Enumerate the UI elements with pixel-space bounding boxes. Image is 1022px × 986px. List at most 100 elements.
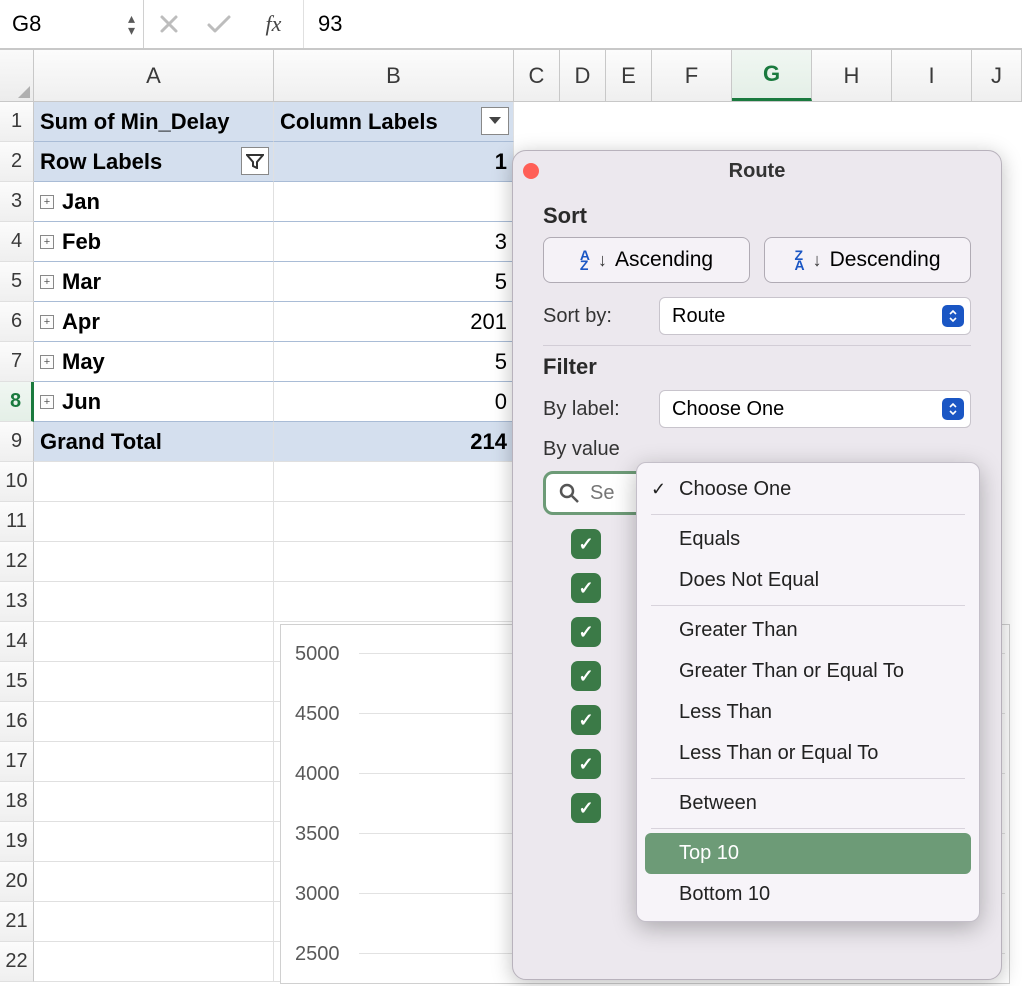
- row-header[interactable]: 3: [0, 182, 34, 222]
- empty-cell[interactable]: [34, 702, 274, 742]
- pivot-row[interactable]: +Mar: [34, 262, 274, 302]
- row-header[interactable]: 22: [0, 942, 34, 982]
- row-header[interactable]: 2: [0, 142, 34, 182]
- checkbox-checked[interactable]: ✓: [571, 617, 601, 647]
- col-header-i[interactable]: I: [892, 50, 972, 101]
- pivot-cell[interactable]: 5: [274, 262, 514, 302]
- checkbox-checked[interactable]: ✓: [571, 529, 601, 559]
- empty-cell[interactable]: [34, 582, 274, 622]
- empty-cell[interactable]: [34, 502, 274, 542]
- expand-icon[interactable]: +: [40, 355, 54, 369]
- expand-icon[interactable]: +: [40, 195, 54, 209]
- row-header[interactable]: 19: [0, 822, 34, 862]
- row-header[interactable]: 12: [0, 542, 34, 582]
- formula-value[interactable]: 93: [304, 11, 1022, 37]
- empty-cell[interactable]: [274, 582, 514, 622]
- empty-cell[interactable]: [34, 942, 274, 982]
- cancel-formula-button[interactable]: [144, 0, 194, 48]
- row-header[interactable]: 9: [0, 422, 34, 462]
- empty-cell[interactable]: [34, 622, 274, 662]
- name-box-stepper[interactable]: ▴▾: [128, 13, 135, 35]
- pivot-row[interactable]: +Jan: [34, 182, 274, 222]
- pivot-cell[interactable]: 3: [274, 222, 514, 262]
- empty-cell[interactable]: [34, 822, 274, 862]
- empty-cell[interactable]: [274, 542, 514, 582]
- dropdown-item-gte[interactable]: Greater Than or Equal To: [637, 651, 979, 692]
- pivot-column-labels[interactable]: Column Labels: [274, 102, 514, 142]
- dropdown-item-greater-than[interactable]: Greater Than: [637, 610, 979, 651]
- row-header[interactable]: 14: [0, 622, 34, 662]
- name-box[interactable]: G8 ▴▾: [0, 0, 144, 48]
- row-filter-button[interactable]: [241, 147, 269, 175]
- dropdown-item-top10[interactable]: Top 10: [645, 833, 971, 874]
- row-header[interactable]: 15: [0, 662, 34, 702]
- dropdown-item-lte[interactable]: Less Than or Equal To: [637, 733, 979, 774]
- empty-cell[interactable]: [34, 782, 274, 822]
- pivot-row[interactable]: +Feb: [34, 222, 274, 262]
- pivot-row[interactable]: +Jun: [34, 382, 274, 422]
- col-header-b[interactable]: B: [274, 50, 514, 101]
- empty-cell[interactable]: [34, 462, 274, 502]
- pivot-row[interactable]: +May: [34, 342, 274, 382]
- row-header[interactable]: 21: [0, 902, 34, 942]
- checkbox-checked[interactable]: ✓: [571, 573, 601, 603]
- dropdown-item-less-than[interactable]: Less Than: [637, 692, 979, 733]
- checkbox-checked[interactable]: ✓: [571, 749, 601, 779]
- checkbox-checked[interactable]: ✓: [571, 705, 601, 735]
- empty-cell[interactable]: [34, 742, 274, 782]
- row-header[interactable]: 20: [0, 862, 34, 902]
- empty-cell[interactable]: [274, 462, 514, 502]
- empty-cell[interactable]: [34, 542, 274, 582]
- col-header-g[interactable]: G: [732, 50, 812, 101]
- expand-icon[interactable]: +: [40, 315, 54, 329]
- empty-cell[interactable]: [274, 502, 514, 542]
- sort-ascending-button[interactable]: AZ ↓ Ascending: [543, 237, 750, 283]
- row-header[interactable]: 1: [0, 102, 34, 142]
- row-header[interactable]: 10: [0, 462, 34, 502]
- row-header[interactable]: 7: [0, 342, 34, 382]
- accept-formula-button[interactable]: [194, 0, 244, 48]
- row-header[interactable]: 17: [0, 742, 34, 782]
- pivot-row-labels[interactable]: Row Labels: [34, 142, 274, 182]
- row-header[interactable]: 6: [0, 302, 34, 342]
- select-all-corner[interactable]: [0, 50, 34, 101]
- row-header[interactable]: 11: [0, 502, 34, 542]
- dropdown-item-choose-one[interactable]: Choose One: [637, 469, 979, 510]
- dropdown-item-between[interactable]: Between: [637, 783, 979, 824]
- fx-label[interactable]: fx: [244, 0, 304, 48]
- expand-icon[interactable]: +: [40, 275, 54, 289]
- dropdown-item-does-not-equal[interactable]: Does Not Equal: [637, 560, 979, 601]
- col-header-e[interactable]: E: [606, 50, 652, 101]
- sort-by-select[interactable]: Route: [659, 297, 971, 335]
- expand-icon[interactable]: +: [40, 395, 54, 409]
- row-header[interactable]: 8: [0, 382, 34, 422]
- pivot-grand-total-label[interactable]: Grand Total: [34, 422, 274, 462]
- row-header[interactable]: 13: [0, 582, 34, 622]
- pivot-value-field[interactable]: Sum of Min_Delay: [34, 102, 274, 142]
- column-filter-button[interactable]: [481, 107, 509, 135]
- checkbox-checked[interactable]: ✓: [571, 793, 601, 823]
- close-icon[interactable]: [523, 163, 539, 179]
- expand-icon[interactable]: +: [40, 235, 54, 249]
- col-header-f[interactable]: F: [652, 50, 732, 101]
- pivot-col-1[interactable]: 1: [274, 142, 514, 182]
- empty-cell[interactable]: [34, 862, 274, 902]
- pivot-cell[interactable]: 5: [274, 342, 514, 382]
- pivot-row[interactable]: +Apr: [34, 302, 274, 342]
- pivot-cell[interactable]: [274, 182, 514, 222]
- row-header[interactable]: 5: [0, 262, 34, 302]
- col-header-d[interactable]: D: [560, 50, 606, 101]
- col-header-c[interactable]: C: [514, 50, 560, 101]
- row-header[interactable]: 16: [0, 702, 34, 742]
- row-header[interactable]: 4: [0, 222, 34, 262]
- sort-descending-button[interactable]: ZA ↓ Descending: [764, 237, 971, 283]
- row-header[interactable]: 18: [0, 782, 34, 822]
- pivot-cell[interactable]: 0: [274, 382, 514, 422]
- dropdown-item-equals[interactable]: Equals: [637, 519, 979, 560]
- col-header-j[interactable]: J: [972, 50, 1022, 101]
- pivot-cell[interactable]: 201: [274, 302, 514, 342]
- col-header-a[interactable]: A: [34, 50, 274, 101]
- dropdown-item-bottom10[interactable]: Bottom 10: [637, 874, 979, 915]
- pivot-grand-total-value[interactable]: 214: [274, 422, 514, 462]
- by-label-select[interactable]: Choose One: [659, 390, 971, 428]
